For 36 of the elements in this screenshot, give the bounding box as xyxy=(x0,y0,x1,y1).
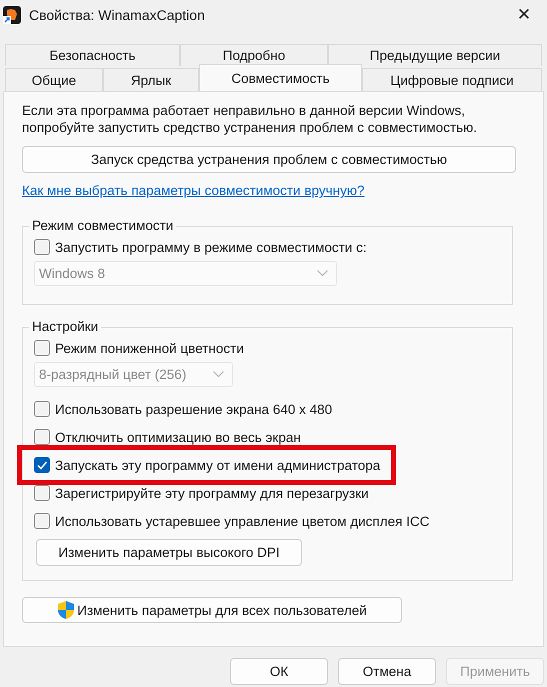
checkbox[interactable] xyxy=(34,429,50,445)
tab[interactable]: Совместимость xyxy=(199,64,362,91)
window-title: Свойства: WinamaxCaption xyxy=(29,7,206,23)
dialog-button[interactable]: ОК xyxy=(230,658,328,685)
checkbox[interactable] xyxy=(34,340,50,356)
tab[interactable]: Подробно xyxy=(180,44,328,66)
checkbox[interactable] xyxy=(34,485,50,501)
tab[interactable]: Предыдущие версии xyxy=(328,44,542,66)
help-link[interactable]: Как мне выбрать параметры совместимости вручную? xyxy=(22,183,364,198)
dpi-settings-button[interactable]: Изменить параметры высокого DPI xyxy=(36,539,302,566)
checkbox[interactable] xyxy=(34,239,50,255)
chevron-icon xyxy=(317,270,328,277)
dialog-button[interactable]: Отмена xyxy=(338,658,436,685)
chevron-icon xyxy=(213,371,224,378)
close-button[interactable]: ✕ xyxy=(501,0,547,30)
checkbox-label: Запустить программу в режиме совместимости с: xyxy=(55,240,367,254)
checkbox[interactable] xyxy=(34,457,50,473)
app-icon xyxy=(3,6,21,24)
intro-text: Если эта программа работает неправильно в данной версии Windows, попробуйте запустить средство устранения проблем с совместимостью. xyxy=(22,102,478,136)
check-icon xyxy=(36,459,48,471)
tab[interactable]: Цифровые подписи xyxy=(362,68,542,91)
checkbox-label: Запускать эту программу от имени администратора xyxy=(55,458,380,472)
checkbox-label: Использовать разрешение экрана 640 x 480 xyxy=(55,402,332,416)
shield-icon xyxy=(57,600,76,620)
checkbox[interactable] xyxy=(34,401,50,417)
checkbox-label: Зарегистрируйте эту программу для перезагрузки xyxy=(55,486,369,500)
tab[interactable]: Ярлык xyxy=(103,68,199,91)
checkbox[interactable] xyxy=(34,513,50,529)
checkbox-label: Отключить оптимизацию во весь экран xyxy=(55,430,301,444)
checkbox-label: Режим пониженной цветности xyxy=(55,340,244,356)
tab[interactable]: Безопасность xyxy=(5,44,180,66)
checkbox-label: Использовать устаревшее управление цветом дисплея ICC xyxy=(55,514,430,528)
all-users-button[interactable]: Изменить параметры для всех пользователей xyxy=(22,597,402,623)
troubleshooter-button[interactable]: Запуск средства устранения проблем с совместимостью xyxy=(22,146,516,173)
group-title: Настройки xyxy=(29,318,102,336)
tab[interactable]: Общие xyxy=(5,68,103,91)
